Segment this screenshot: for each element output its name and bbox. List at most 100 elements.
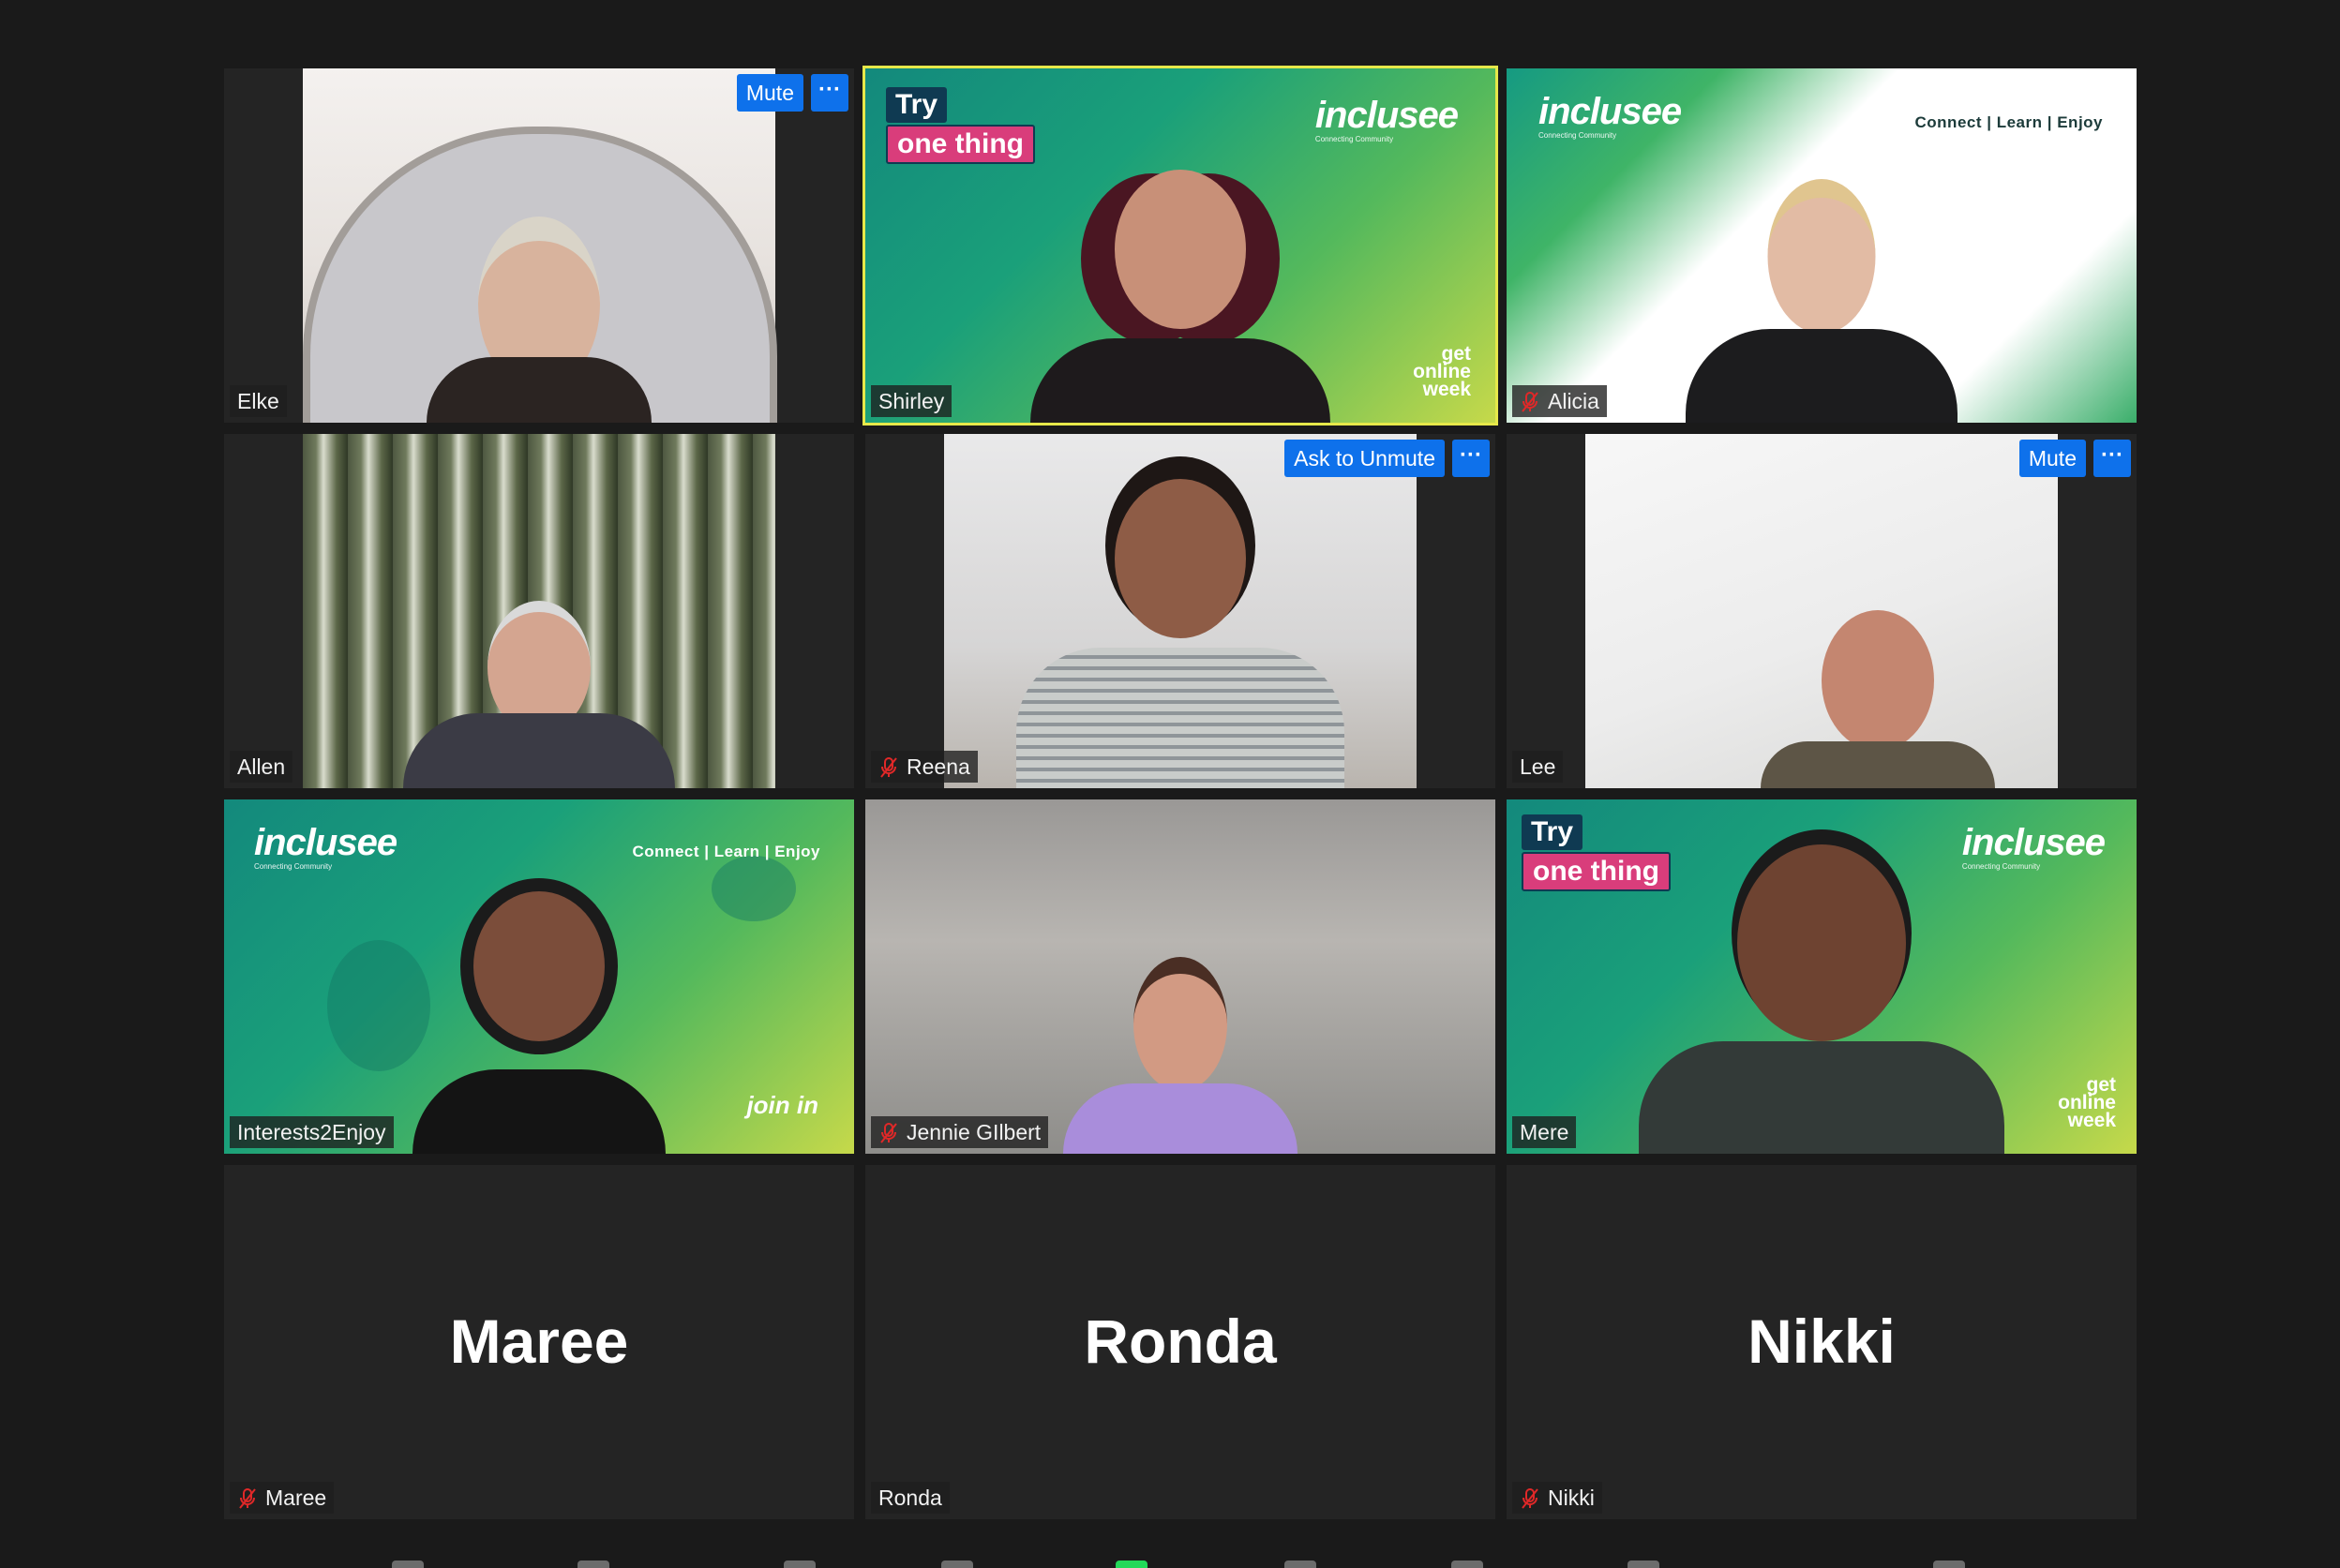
person-body xyxy=(412,1069,666,1154)
participant-name-label: Ronda xyxy=(871,1482,950,1514)
join-in-logo: join in xyxy=(746,1091,818,1119)
person-head xyxy=(1115,170,1246,329)
record-icon[interactable] xyxy=(1284,1561,1316,1568)
participant-video-person xyxy=(417,170,661,423)
get-online-week-logo: get online week xyxy=(2058,1074,2116,1131)
person-head xyxy=(473,891,605,1041)
person-body xyxy=(1016,648,1344,788)
participant-video-person xyxy=(1634,844,2009,1154)
virtual-background: Try one thing inclusee Connecting Communi… xyxy=(1507,799,2137,1154)
participant-name: Ronda xyxy=(878,1486,942,1510)
inclusee-logo: inclusee Connecting Community xyxy=(1314,95,1459,143)
more-options-button[interactable]: ··· xyxy=(2093,440,2131,477)
participant-name-placeholder: Nikki xyxy=(1748,1307,1896,1376)
participants-icon[interactable] xyxy=(784,1561,816,1568)
person-body xyxy=(403,713,675,788)
participant-name-label: Nikki xyxy=(1512,1482,1602,1514)
participant-video-person xyxy=(408,891,670,1154)
mic-muted-icon xyxy=(880,756,897,778)
video-feed xyxy=(303,68,777,423)
participant-name: Interests2Enjoy xyxy=(237,1120,386,1144)
participant-name-label: Jennie GIlbert xyxy=(871,1116,1049,1148)
try-text: Try xyxy=(1522,814,1583,850)
video-tile-allen[interactable]: Allen xyxy=(224,434,854,788)
captions-icon[interactable] xyxy=(1451,1561,1483,1568)
chat-icon[interactable] xyxy=(941,1561,973,1568)
participant-name-label: Reena xyxy=(871,751,978,783)
more-options-button[interactable]: ··· xyxy=(1452,440,1490,477)
participant-name: Maree xyxy=(265,1486,327,1510)
participant-name: Mere xyxy=(1520,1120,1569,1144)
video-tile-ronda[interactable]: Ronda Ronda xyxy=(865,1165,1495,1519)
person-head xyxy=(1822,610,1935,751)
virtual-background: inclusee Connecting Community Connect | L… xyxy=(1507,68,2137,423)
more-options-button[interactable]: ··· xyxy=(811,74,848,112)
participant-name: Nikki xyxy=(1548,1486,1595,1510)
participant-video-person xyxy=(1681,179,1962,423)
participant-name: Elke xyxy=(237,389,279,413)
participant-name-label: Allen xyxy=(230,751,293,783)
video-tile-mere[interactable]: Try one thing inclusee Connecting Communi… xyxy=(1507,799,2137,1154)
brand-tagline: Connect | Learn | Enjoy xyxy=(632,843,820,860)
participant-name: Allen xyxy=(237,754,286,779)
participant-video-person xyxy=(1026,132,1335,423)
inclusee-logo: inclusee Connecting Community xyxy=(254,822,398,871)
participant-name: Reena xyxy=(907,754,970,779)
video-tile-shirley-active-speaker[interactable]: Try one thing inclusee Connecting Communi… xyxy=(862,66,1498,426)
person-body xyxy=(1063,1083,1298,1154)
participant-name-placeholder: Ronda xyxy=(1084,1307,1277,1376)
try-one-thing-badge: Try one thing xyxy=(886,87,1035,164)
one-thing-text: one thing xyxy=(886,125,1035,164)
person-head xyxy=(1115,479,1246,638)
participant-name: Alicia xyxy=(1548,389,1599,413)
participant-name-label: Maree xyxy=(230,1482,335,1514)
gallery-grid: Mute ··· Elke Try one thing inclusee Conn… xyxy=(224,66,2137,1520)
participant-video-person xyxy=(398,601,680,788)
video-tile-alicia[interactable]: inclusee Connecting Community Connect | L… xyxy=(1507,68,2137,423)
video-tile-nikki[interactable]: Nikki Nikki xyxy=(1507,1165,2137,1519)
video-tile-maree[interactable]: Maree Maree xyxy=(224,1165,854,1519)
get-online-week-logo: get online week xyxy=(1413,343,1471,400)
person-body xyxy=(1686,329,1958,423)
participant-name-label: Interests2Enjoy xyxy=(230,1116,394,1148)
video-tile-jennie-gilbert[interactable]: Jennie GIlbert xyxy=(865,799,1495,1154)
reactions-icon[interactable] xyxy=(1628,1561,1659,1568)
participant-name-placeholder: Maree xyxy=(449,1307,629,1376)
virtual-background: Try one thing inclusee Connecting Communi… xyxy=(865,68,1495,423)
participant-video-person xyxy=(1012,470,1349,788)
video-icon[interactable] xyxy=(578,1561,609,1568)
person-head xyxy=(1737,844,1906,1041)
participant-name-label: Alicia xyxy=(1512,385,1607,417)
audio-icon[interactable] xyxy=(392,1561,424,1568)
video-feed xyxy=(944,434,1417,788)
participant-name: Jennie GIlbert xyxy=(907,1120,1042,1144)
video-feed xyxy=(303,434,775,788)
participant-name: Shirley xyxy=(878,389,945,413)
try-text: Try xyxy=(886,87,948,123)
virtual-background: inclusee Connecting Community Connect | L… xyxy=(224,799,854,1154)
video-tile-elke[interactable]: Mute ··· Elke xyxy=(224,68,854,423)
mic-muted-icon xyxy=(239,1487,256,1509)
person-head xyxy=(1767,179,1876,334)
brand-tagline: Connect | Learn | Enjoy xyxy=(1914,113,2103,131)
participant-video-person xyxy=(1756,610,2000,788)
mic-muted-icon xyxy=(880,1122,897,1143)
participant-name-label: Lee xyxy=(1512,751,1564,783)
video-tile-interests2enjoy[interactable]: inclusee Connecting Community Connect | L… xyxy=(224,799,854,1154)
video-feed xyxy=(1585,434,2058,788)
mute-button[interactable]: Mute xyxy=(736,74,803,112)
participant-name-label: Mere xyxy=(1512,1116,1577,1148)
meeting-toolbar xyxy=(0,1555,2340,1568)
video-tile-reena[interactable]: Ask to Unmute ··· Reena xyxy=(865,434,1495,788)
share-screen-icon[interactable] xyxy=(1116,1561,1148,1568)
participant-name-label: Shirley xyxy=(871,385,952,417)
participant-name: Lee xyxy=(1520,754,1556,779)
participant-video-person xyxy=(1058,957,1302,1154)
apps-icon[interactable] xyxy=(1933,1561,1965,1568)
video-tile-lee[interactable]: Mute ··· Lee xyxy=(1507,434,2137,788)
ask-to-unmute-button[interactable]: Ask to Unmute xyxy=(1284,440,1445,477)
background-shape xyxy=(712,856,796,921)
person-body xyxy=(1030,338,1330,423)
mute-button[interactable]: Mute xyxy=(2018,440,2086,477)
person-body xyxy=(1639,1041,2004,1154)
